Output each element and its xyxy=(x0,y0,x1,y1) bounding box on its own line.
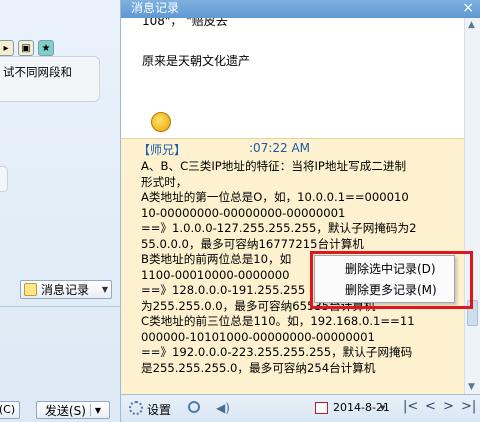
chat-bubble: 试不同网段和 xyxy=(0,56,100,102)
message-line: 形式时， xyxy=(141,174,188,189)
audio-icon[interactable]: ◀) xyxy=(216,401,230,415)
divider xyxy=(89,404,91,416)
divider xyxy=(0,306,121,307)
message-record-label: 消息记录 xyxy=(41,283,90,297)
first-page-button[interactable]: |< xyxy=(403,399,418,414)
history-title: 消息记录 xyxy=(131,1,180,15)
chat-bubble-text: 试不同网段和 xyxy=(3,65,72,79)
next-page-button[interactable]: > xyxy=(443,399,454,414)
history-header: 消息记录 × xyxy=(121,0,480,18)
close-button-label: (C) xyxy=(0,403,16,416)
message-line: ==》1.0.0.0-127.255.255.255，默认子网掩码为2 xyxy=(141,221,417,235)
chevron-down-icon[interactable]: ▼ xyxy=(95,406,101,415)
chat-bubble-small xyxy=(0,166,8,192)
message-history-panel: 消息记录 × 108"， "赔皮去 原来是天朝文化遗产 【师兄】 :07:22 … xyxy=(121,0,480,422)
close-button[interactable]: (C) xyxy=(0,401,20,419)
message-record-icon xyxy=(24,283,37,296)
emoji-icon xyxy=(151,112,171,132)
scrollbar[interactable]: ▲ ▼ xyxy=(464,18,480,394)
chevron-down-icon[interactable]: ▼ xyxy=(380,404,385,412)
send-button[interactable]: 发送(S) ▼ xyxy=(36,401,110,419)
close-icon[interactable]: × xyxy=(462,1,474,15)
message-text: 原来是天朝文化遗产 xyxy=(142,54,251,68)
message-line: 10-00000000-00000000-00000001 xyxy=(141,205,346,220)
scroll-up-icon[interactable]: ▲ xyxy=(468,20,475,30)
message-line: 55.0.0.0，最多可容纳16777215台计算机 xyxy=(141,236,364,251)
message-record-button[interactable]: 消息记录 ▼ xyxy=(20,280,112,299)
settings-button[interactable]: 设置 xyxy=(147,401,171,418)
history-toolbar: 设置 ◀) 2014-8-21 ▼ |< < > >| xyxy=(121,394,480,422)
message-line: C类地址的前三位总是110。如，192.168.0.1==11 xyxy=(141,314,415,328)
image-icon[interactable]: ▣ xyxy=(18,40,34,56)
message-line: 000000-10101000-00000000-00000001 xyxy=(141,329,375,344)
send-button-label: 发送(S) xyxy=(44,403,86,418)
message-line: A类地址的第一位总是O，如，10.0.0.1==000010 xyxy=(141,190,409,204)
star-icon[interactable]: ★ xyxy=(38,40,54,56)
scroll-down-icon[interactable]: ▼ xyxy=(468,382,475,392)
history-messages: 108"， "赔皮去 原来是天朝文化遗产 【师兄】 :07:22 AM A、B、… xyxy=(121,18,464,394)
message-line: A、B、C三类IP地址的特征：当将IP地址写成二进制 xyxy=(141,159,407,173)
message-header: 【师兄】 :07:22 AM xyxy=(138,141,464,158)
last-page-button[interactable]: >| xyxy=(461,399,476,414)
message-line: ==》192.0.0.0-223.255.255.255，默认子网掩码 xyxy=(141,345,413,359)
search-icon[interactable] xyxy=(188,401,200,413)
highlight-box xyxy=(310,251,473,309)
message-author: 【师兄】 xyxy=(138,143,187,157)
message-line: 是255.255.255.0，最多可容纳254台计算机 xyxy=(141,360,376,375)
folder-icon[interactable]: ▸ xyxy=(0,40,14,56)
message-time: :07:22 AM xyxy=(249,141,311,155)
gear-icon[interactable] xyxy=(129,401,143,415)
previous-page-button[interactable]: < xyxy=(425,399,436,414)
input-toolbar-icons: ▸ ▣ ★ xyxy=(0,40,54,56)
message-text: 108"， "赔皮去 xyxy=(142,18,228,28)
chat-pane: ▸ ▣ ★ 试不同网段和 消息记录 ▼ (C) 发送(S) ▼ xyxy=(0,0,121,422)
chevron-down-icon[interactable]: ▼ xyxy=(102,285,108,294)
calendar-icon[interactable] xyxy=(315,402,328,414)
